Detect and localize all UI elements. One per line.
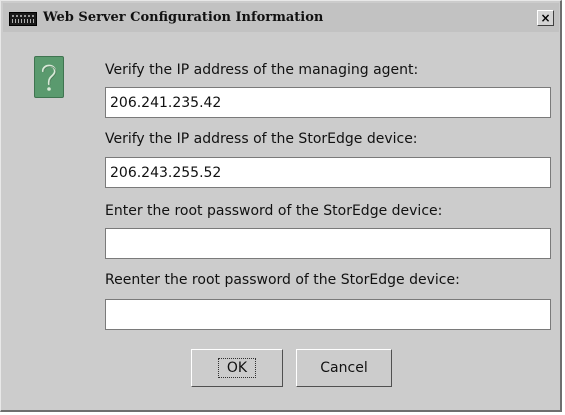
root-password-confirm-field[interactable]: [105, 299, 551, 330]
ok-button-label: OK: [217, 358, 257, 378]
root-password-label: Enter the root password of the StorEdge …: [105, 203, 443, 219]
title-bar[interactable]: Web Server Configuration Information ×: [3, 3, 559, 32]
storedge-ip-label: Verify the IP address of the StorEdge de…: [105, 131, 418, 147]
cancel-button-label: Cancel: [320, 360, 368, 376]
window-title: Web Server Configuration Information: [43, 10, 324, 25]
managing-agent-ip-label: Verify the IP address of the managing ag…: [105, 62, 419, 78]
close-button[interactable]: ×: [537, 10, 554, 26]
cancel-button[interactable]: Cancel: [296, 349, 392, 387]
managing-agent-ip-field[interactable]: [105, 87, 551, 118]
root-password-confirm-label: Reenter the root password of the StorEdg…: [105, 272, 460, 288]
question-icon: [34, 56, 64, 98]
root-password-field[interactable]: [105, 228, 551, 259]
storedge-ip-field[interactable]: [105, 157, 551, 188]
ok-button[interactable]: OK: [191, 349, 283, 387]
window-app-icon[interactable]: [9, 12, 37, 26]
dialog-window: Web Server Configuration Information × V…: [0, 0, 562, 412]
